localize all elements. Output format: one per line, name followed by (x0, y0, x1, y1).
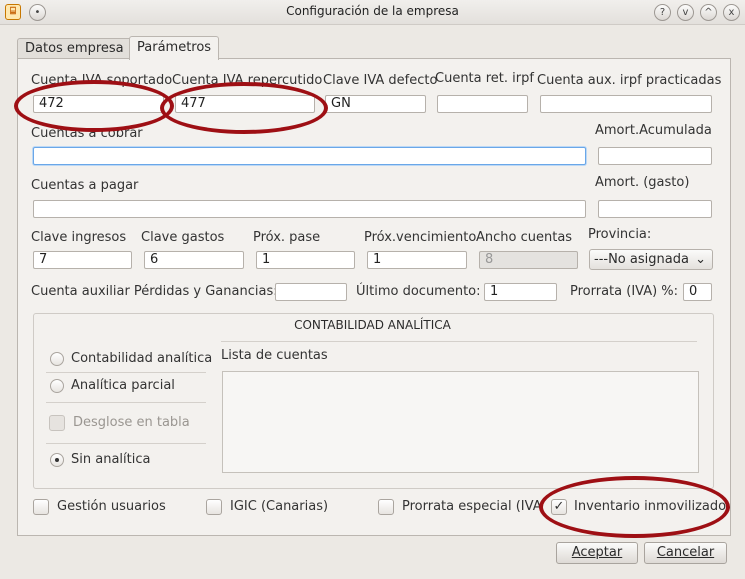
gestion-usuarios-checkbox[interactable] (33, 499, 49, 515)
cuentas-cobrar-input[interactable] (33, 147, 586, 165)
provincia-label: Provincia: (588, 227, 652, 242)
cuentas-cobrar-label: Cuentas a cobrar (31, 126, 143, 141)
provincia-select[interactable]: ---No asignada ⌄ (589, 249, 713, 270)
tab-parametros[interactable]: Parámetros (129, 36, 220, 60)
prox-pase-input[interactable]: 1 (256, 251, 355, 269)
contabilidad-analitica-title: CONTABILIDAD ANALÍTICA (294, 318, 451, 332)
prorrata-especial-checkbox[interactable] (378, 499, 394, 515)
clave-ingresos-input[interactable]: 7 (33, 251, 132, 269)
help-button[interactable]: ? (654, 4, 671, 21)
accept-button[interactable]: Aceptar (556, 542, 638, 564)
cuenta-aux-irpf-label: Cuenta aux. irpf practicadas (537, 73, 722, 88)
inventario-checkbox[interactable]: ✓ (551, 499, 567, 515)
checkmark-icon: ✓ (553, 499, 565, 514)
clave-iva-defecto-input[interactable]: GN (325, 95, 426, 113)
option-divider (46, 372, 206, 373)
cuentas-pagar-input[interactable] (33, 200, 586, 218)
amort-gasto-label: Amort. (gasto) (595, 175, 690, 190)
clave-iva-defecto-label: Clave IVA defecto (323, 73, 438, 88)
radio-sin-analitica[interactable] (50, 453, 64, 467)
radio-sin-analitica-label[interactable]: Sin analítica (71, 452, 150, 467)
ancho-cuentas-label: Ancho cuentas (476, 230, 573, 245)
igic-label[interactable]: IGIC (Canarias) (230, 499, 328, 514)
cuenta-iva-repercutido-label: Cuenta IVA repercutido (172, 73, 323, 88)
maximize-button[interactable]: ^ (700, 4, 717, 21)
cuenta-pyg-input[interactable] (275, 283, 347, 301)
lista-cuentas-label: Lista de cuentas (221, 348, 328, 363)
window-title: Configuración de la empresa (286, 4, 459, 18)
prorrata-input[interactable]: 0 (683, 283, 712, 301)
lista-cuentas-list[interactable] (222, 371, 699, 473)
ultimo-documento-input[interactable]: 1 (484, 283, 557, 301)
inventario-label[interactable]: Inventario inmovilizado (574, 499, 726, 514)
minimize-button[interactable]: v (677, 4, 694, 21)
igic-checkbox[interactable] (206, 499, 222, 515)
cancel-button-label: Cancelar (656, 545, 715, 560)
cuenta-ret-irpf-input[interactable] (437, 95, 528, 113)
accept-button-label: Aceptar (571, 545, 623, 560)
prox-vencimiento-label: Próx.vencimiento (364, 230, 477, 245)
amort-acumulada-input[interactable] (598, 147, 712, 165)
desglose-tabla-checkbox (49, 415, 65, 431)
option-divider (46, 402, 206, 403)
cuenta-pyg-label: Cuenta auxiliar Pérdidas y Ganancias: (31, 284, 278, 299)
amort-gasto-input[interactable] (598, 200, 712, 218)
tab-datos-empresa[interactable]: Datos empresa (17, 38, 132, 59)
amort-acumulada-label: Amort.Acumulada (595, 123, 712, 138)
prorrata-label: Prorrata (IVA) %: (570, 284, 679, 299)
provincia-value: ---No asignada (594, 252, 689, 267)
prox-vencimiento-input[interactable]: 1 (367, 251, 467, 269)
radio-contabilidad-analitica-label[interactable]: Contabilidad analítica (71, 351, 212, 366)
cuenta-ret-irpf-label: Cuenta ret. irpf (435, 71, 534, 86)
radio-contabilidad-analitica[interactable] (50, 352, 64, 366)
option-divider (46, 443, 206, 444)
cancel-button[interactable]: Cancelar (644, 542, 727, 564)
chevron-down-icon: ⌄ (695, 252, 706, 267)
prox-pase-label: Próx. pase (253, 230, 321, 245)
radio-analitica-parcial[interactable] (50, 379, 64, 393)
desglose-tabla-label: Desglose en tabla (73, 415, 190, 430)
close-button[interactable]: x (723, 4, 740, 21)
cuenta-iva-repercutido-input[interactable]: 477 (175, 95, 315, 113)
cuenta-aux-irpf-input[interactable] (540, 95, 712, 113)
cuentas-pagar-label: Cuentas a pagar (31, 178, 139, 193)
cuenta-iva-soportado-label: Cuenta IVA soportado (31, 73, 173, 88)
radio-analitica-parcial-label[interactable]: Analítica parcial (71, 378, 175, 393)
ancho-cuentas-input: 8 (479, 251, 578, 269)
ultimo-documento-label: Último documento: (356, 284, 481, 299)
gestion-usuarios-label[interactable]: Gestión usuarios (57, 499, 166, 514)
cuenta-iva-soportado-input[interactable]: 472 (33, 95, 164, 113)
group-divider (221, 341, 697, 342)
clave-gastos-label: Clave gastos (141, 230, 225, 245)
clave-gastos-input[interactable]: 6 (144, 251, 244, 269)
prorrata-especial-label[interactable]: Prorrata especial (IVA (402, 499, 542, 514)
clave-ingresos-label: Clave ingresos (31, 230, 127, 245)
